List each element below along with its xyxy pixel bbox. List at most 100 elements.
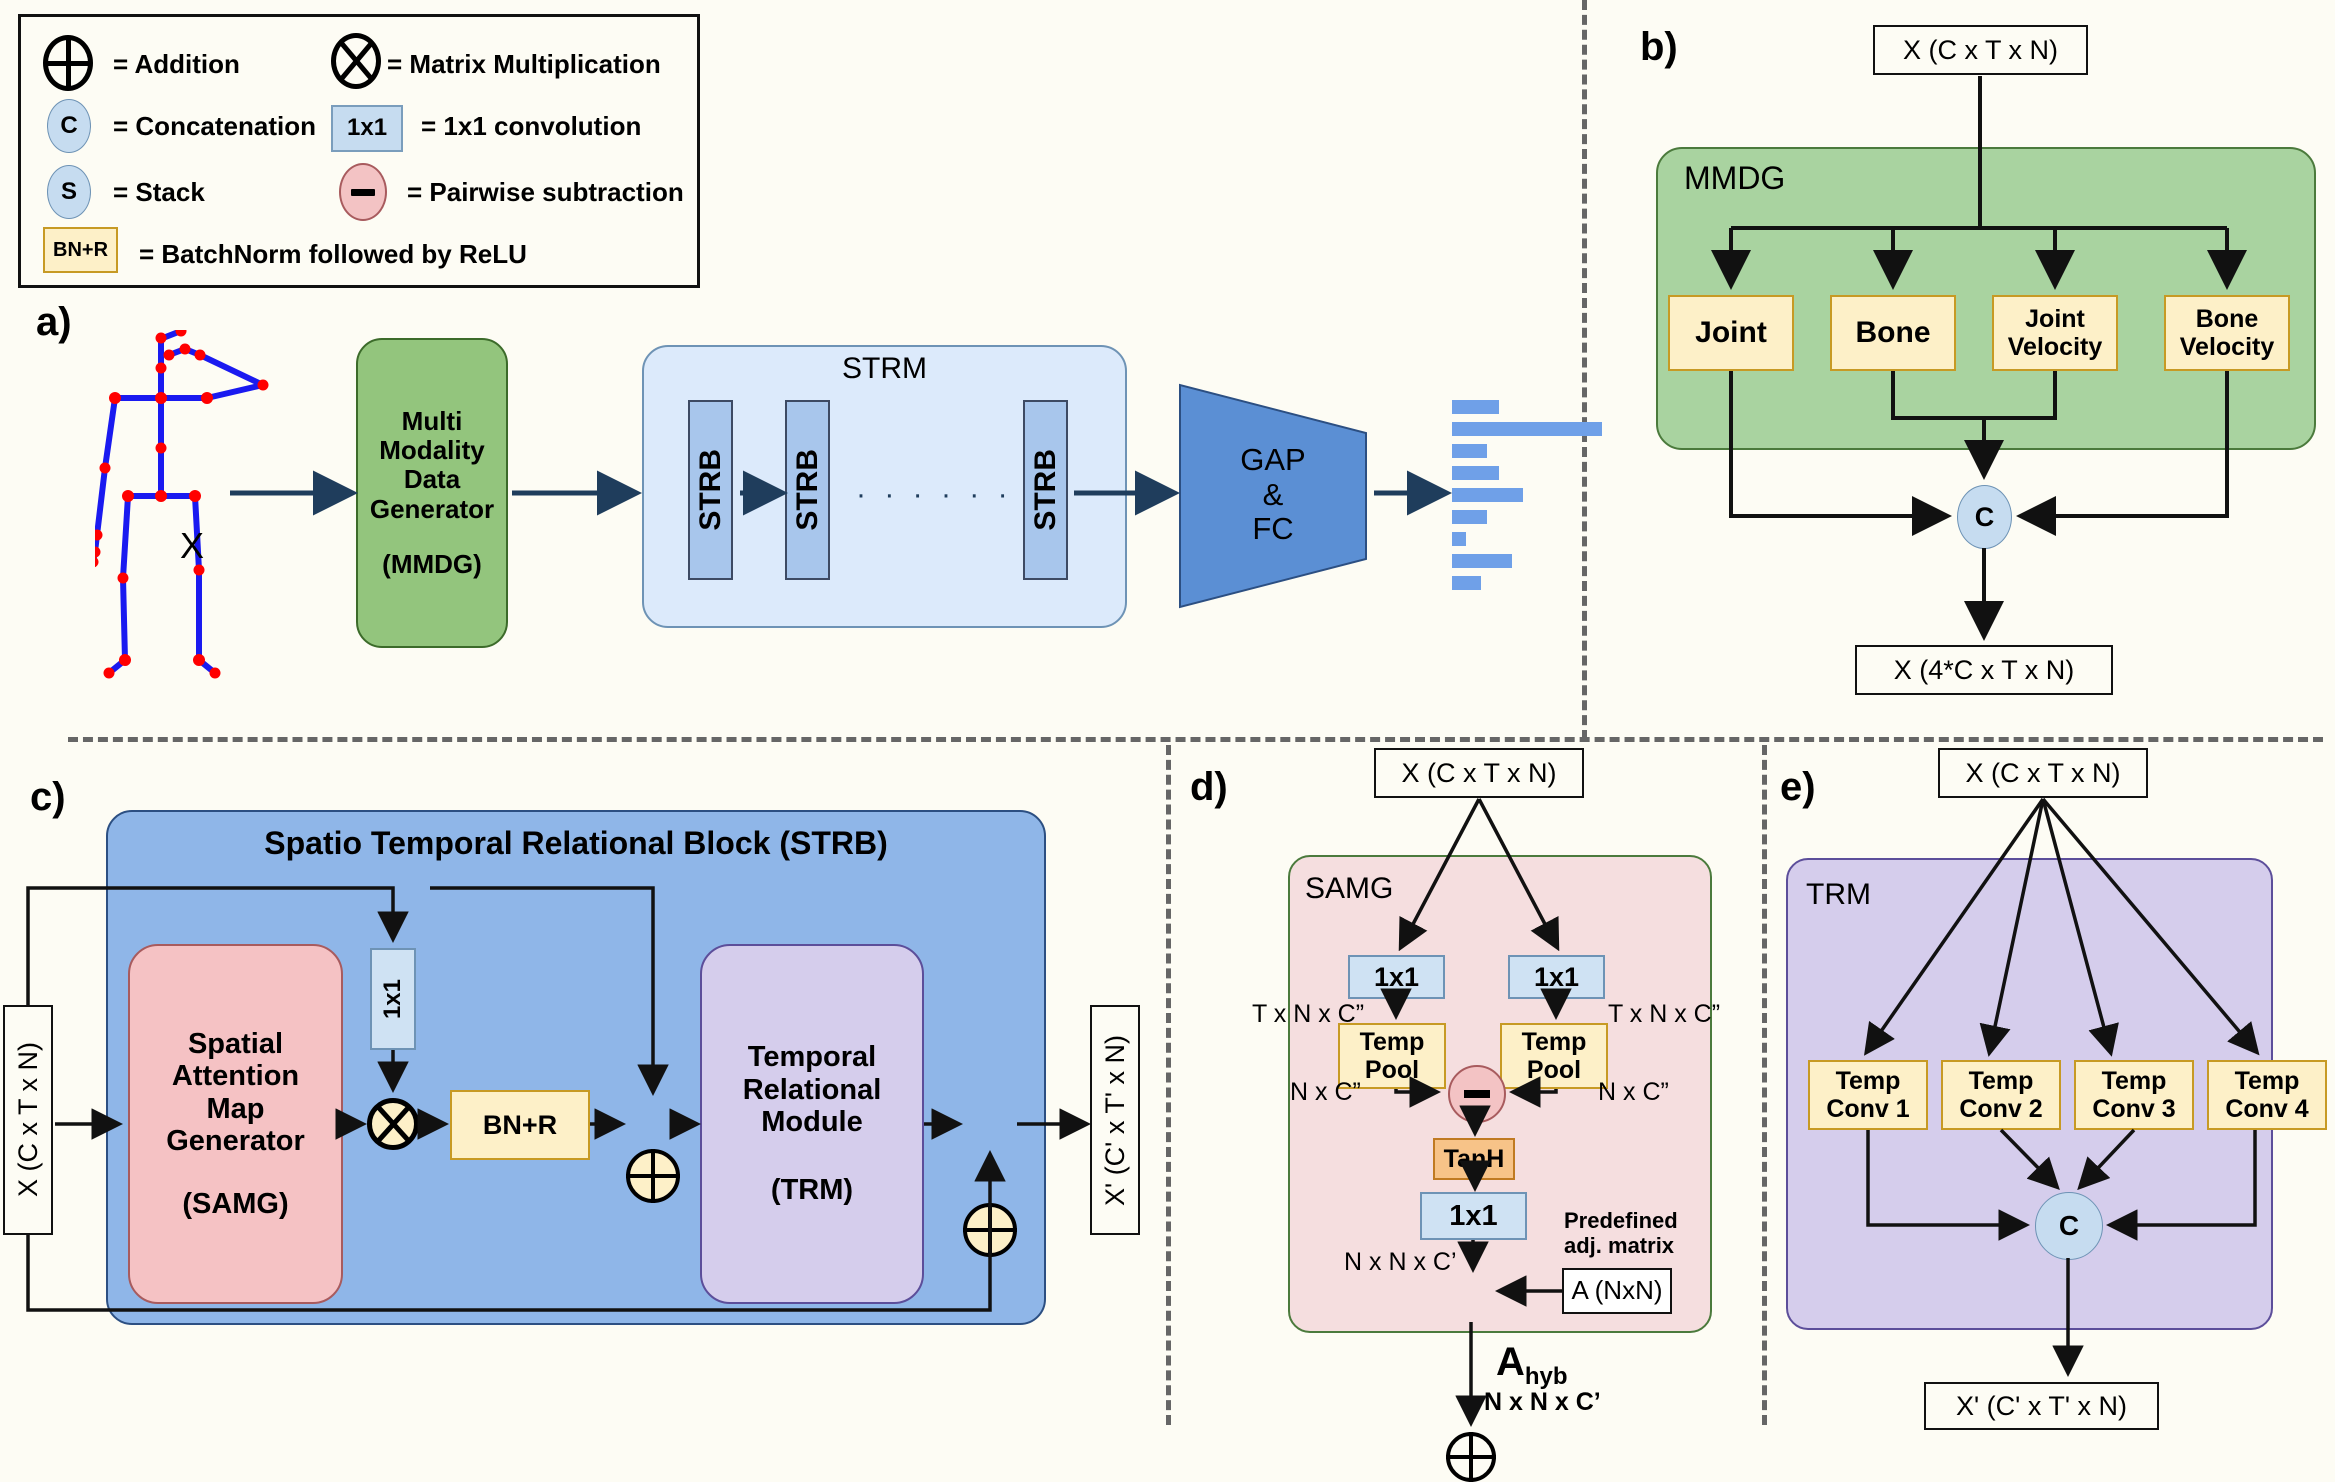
legend-label-bnr: = BatchNorm followed by ReLU bbox=[139, 239, 527, 269]
bar-1 bbox=[1452, 400, 1499, 414]
dim-left-mid-d: N x C” bbox=[1290, 1078, 1361, 1106]
divider-vertical-top bbox=[1582, 0, 1587, 740]
modality-box-joint-velocity[interactable]: Joint Velocity bbox=[1992, 295, 2118, 371]
temp-conv-2-l1: Temp bbox=[1968, 1067, 2034, 1095]
bnr-block-c[interactable]: BN+R bbox=[450, 1090, 590, 1160]
conv1x1-right-d[interactable]: 1x1 bbox=[1508, 955, 1605, 999]
add-node-d[interactable] bbox=[1446, 1432, 1496, 1482]
concat-glyph: C bbox=[60, 111, 78, 139]
concat-node-b[interactable]: C bbox=[1957, 485, 2012, 549]
bar-5 bbox=[1452, 488, 1523, 502]
ahyb-output-label: Ahyb bbox=[1496, 1340, 1568, 1391]
temp-conv-3[interactable]: Temp Conv 3 bbox=[2074, 1060, 2194, 1130]
strb-block-3[interactable]: STRB bbox=[1023, 400, 1068, 580]
strm-title: STRM bbox=[842, 352, 927, 385]
modality-label-bone-velocity-2: Velocity bbox=[2179, 333, 2275, 361]
modality-box-joint[interactable]: Joint bbox=[1668, 295, 1794, 371]
panel-e-tag: e) bbox=[1780, 765, 1816, 809]
subtraction-node-d[interactable] bbox=[1448, 1065, 1506, 1123]
conv1x1-block-c[interactable]: 1x1 bbox=[370, 948, 416, 1050]
bnr-glyph: BN+R bbox=[53, 239, 109, 261]
samg-line2: Attention bbox=[171, 1060, 300, 1093]
temp-conv-1[interactable]: Temp Conv 1 bbox=[1808, 1060, 1928, 1130]
gap-fc-labels: GAP & FC bbox=[1208, 415, 1338, 575]
conv1x1-icon: 1x1 bbox=[331, 105, 404, 152]
temp-conv-2[interactable]: Temp Conv 2 bbox=[1941, 1060, 2061, 1130]
conv1x1-bottom-d[interactable]: 1x1 bbox=[1420, 1192, 1527, 1240]
stack-icon: S bbox=[47, 165, 91, 219]
panel-c-output-label: X' (C' x T' x N) bbox=[1099, 1034, 1130, 1206]
temp-conv-4[interactable]: Temp Conv 4 bbox=[2207, 1060, 2327, 1130]
conv1x1-label-c: 1x1 bbox=[378, 978, 406, 1020]
dim-bottom-d: N x N x C’ bbox=[1344, 1248, 1457, 1276]
bar-6 bbox=[1452, 510, 1487, 524]
temp-conv-2-l2: Conv 2 bbox=[1959, 1095, 2043, 1123]
modality-box-bone-velocity[interactable]: Bone Velocity bbox=[2164, 295, 2290, 371]
adj-matrix-box: A (NxN) bbox=[1562, 1268, 1672, 1314]
panel-a-tag: a) bbox=[36, 300, 72, 344]
panel-c-input-label: X (C x T x N) bbox=[12, 1042, 43, 1198]
gap-label: GAP bbox=[1240, 441, 1306, 477]
temp-conv-4-l2: Conv 4 bbox=[2225, 1095, 2309, 1123]
bar-7 bbox=[1452, 532, 1466, 546]
legend-label-stack: = Stack bbox=[113, 177, 205, 207]
ahyb-output-dim: N x N x C’ bbox=[1484, 1388, 1601, 1416]
amp-label: & bbox=[1262, 476, 1284, 512]
panel-b-output-box: X (4*C x T x N) bbox=[1855, 645, 2113, 695]
strb-label-3: STRB bbox=[1028, 449, 1062, 531]
strb-label-2: STRB bbox=[790, 449, 824, 531]
temp-conv-1-l2: Conv 1 bbox=[1826, 1095, 1910, 1123]
mmdg-line4: Generator bbox=[369, 493, 495, 524]
conv1x1-glyph: 1x1 bbox=[347, 114, 388, 141]
modality-label-joint: Joint bbox=[1695, 316, 1767, 350]
matmul-node-c[interactable] bbox=[367, 1098, 419, 1150]
modality-label-joint-velocity-2: Velocity bbox=[2007, 333, 2103, 361]
samg-line5: (SAMG) bbox=[182, 1187, 289, 1220]
modality-box-bone[interactable]: Bone bbox=[1830, 295, 1956, 371]
panel-b-tag: b) bbox=[1640, 25, 1678, 69]
samg-line1: Spatial bbox=[187, 1027, 284, 1060]
concat-node-e-glyph: C bbox=[2058, 1210, 2080, 1242]
mmdg-line5: (MMDG) bbox=[382, 548, 482, 579]
legend-label-subtraction: = Pairwise subtraction bbox=[407, 177, 684, 207]
adj-caption-line1: Predefined bbox=[1564, 1208, 1678, 1233]
conv1x1-left-d[interactable]: 1x1 bbox=[1348, 955, 1445, 999]
panel-b-output-label: X (4*C x T x N) bbox=[1893, 654, 2075, 685]
strb-block-2[interactable]: STRB bbox=[785, 400, 830, 580]
legend-label-concat: = Concatenation bbox=[113, 111, 316, 141]
modality-label-bone-velocity-1: Bone bbox=[2195, 305, 2259, 333]
trm-block[interactable]: Temporal Relational Module (TRM) bbox=[700, 944, 924, 1304]
legend-label-matmul: = Matrix Multiplication bbox=[387, 49, 661, 79]
add-node-c1[interactable] bbox=[626, 1149, 680, 1203]
strb-panel-title: Spatio Temporal Relational Block (STRB) bbox=[264, 825, 888, 861]
stack-glyph: S bbox=[60, 177, 77, 205]
bnr-icon: BN+R bbox=[43, 227, 119, 274]
samg-block[interactable]: Spatial Attention Map Generator (SAMG) bbox=[128, 944, 343, 1304]
panel-b-input-label: X (C x T x N) bbox=[1902, 34, 2058, 65]
tanh-block[interactable]: TanH bbox=[1433, 1138, 1515, 1180]
legend-label-conv: = 1x1 convolution bbox=[421, 111, 642, 141]
samg-panel-title: SAMG bbox=[1305, 872, 1394, 905]
strb-block-1[interactable]: STRB bbox=[688, 400, 733, 580]
subtraction-icon bbox=[339, 163, 387, 221]
add-node-c2[interactable] bbox=[963, 1203, 1017, 1257]
modality-label-bone: Bone bbox=[1855, 316, 1931, 350]
conv1x1-left-label-d: 1x1 bbox=[1373, 961, 1420, 992]
temp-pool-left-l1: Temp bbox=[1359, 1028, 1425, 1056]
fc-label: FC bbox=[1252, 511, 1294, 547]
modality-label-joint-velocity-1: Joint bbox=[2025, 305, 2085, 333]
temp-conv-3-l1: Temp bbox=[2101, 1067, 2167, 1095]
mmdg-line2: Modality bbox=[379, 435, 485, 466]
temp-pool-right-l1: Temp bbox=[1521, 1028, 1587, 1056]
conv1x1-bottom-label-d: 1x1 bbox=[1449, 1199, 1498, 1232]
mmdg-line1: Multi bbox=[401, 406, 463, 437]
concat-node-e[interactable]: C bbox=[2035, 1192, 2103, 1260]
mmdg-panel-title: MMDG bbox=[1684, 160, 1786, 196]
panel-d-input-label: X (C x T x N) bbox=[1401, 757, 1557, 788]
divider-vertical-e bbox=[1762, 745, 1767, 1425]
panel-c-tag: c) bbox=[30, 775, 66, 819]
temp-pool-right[interactable]: Temp Pool bbox=[1500, 1023, 1608, 1089]
trm-line1: Temporal bbox=[747, 1041, 877, 1074]
mmdg-block[interactable]: Multi Modality Data Generator (MMDG) bbox=[356, 338, 508, 648]
strb-ellipsis: · · · · · · bbox=[856, 478, 1013, 511]
